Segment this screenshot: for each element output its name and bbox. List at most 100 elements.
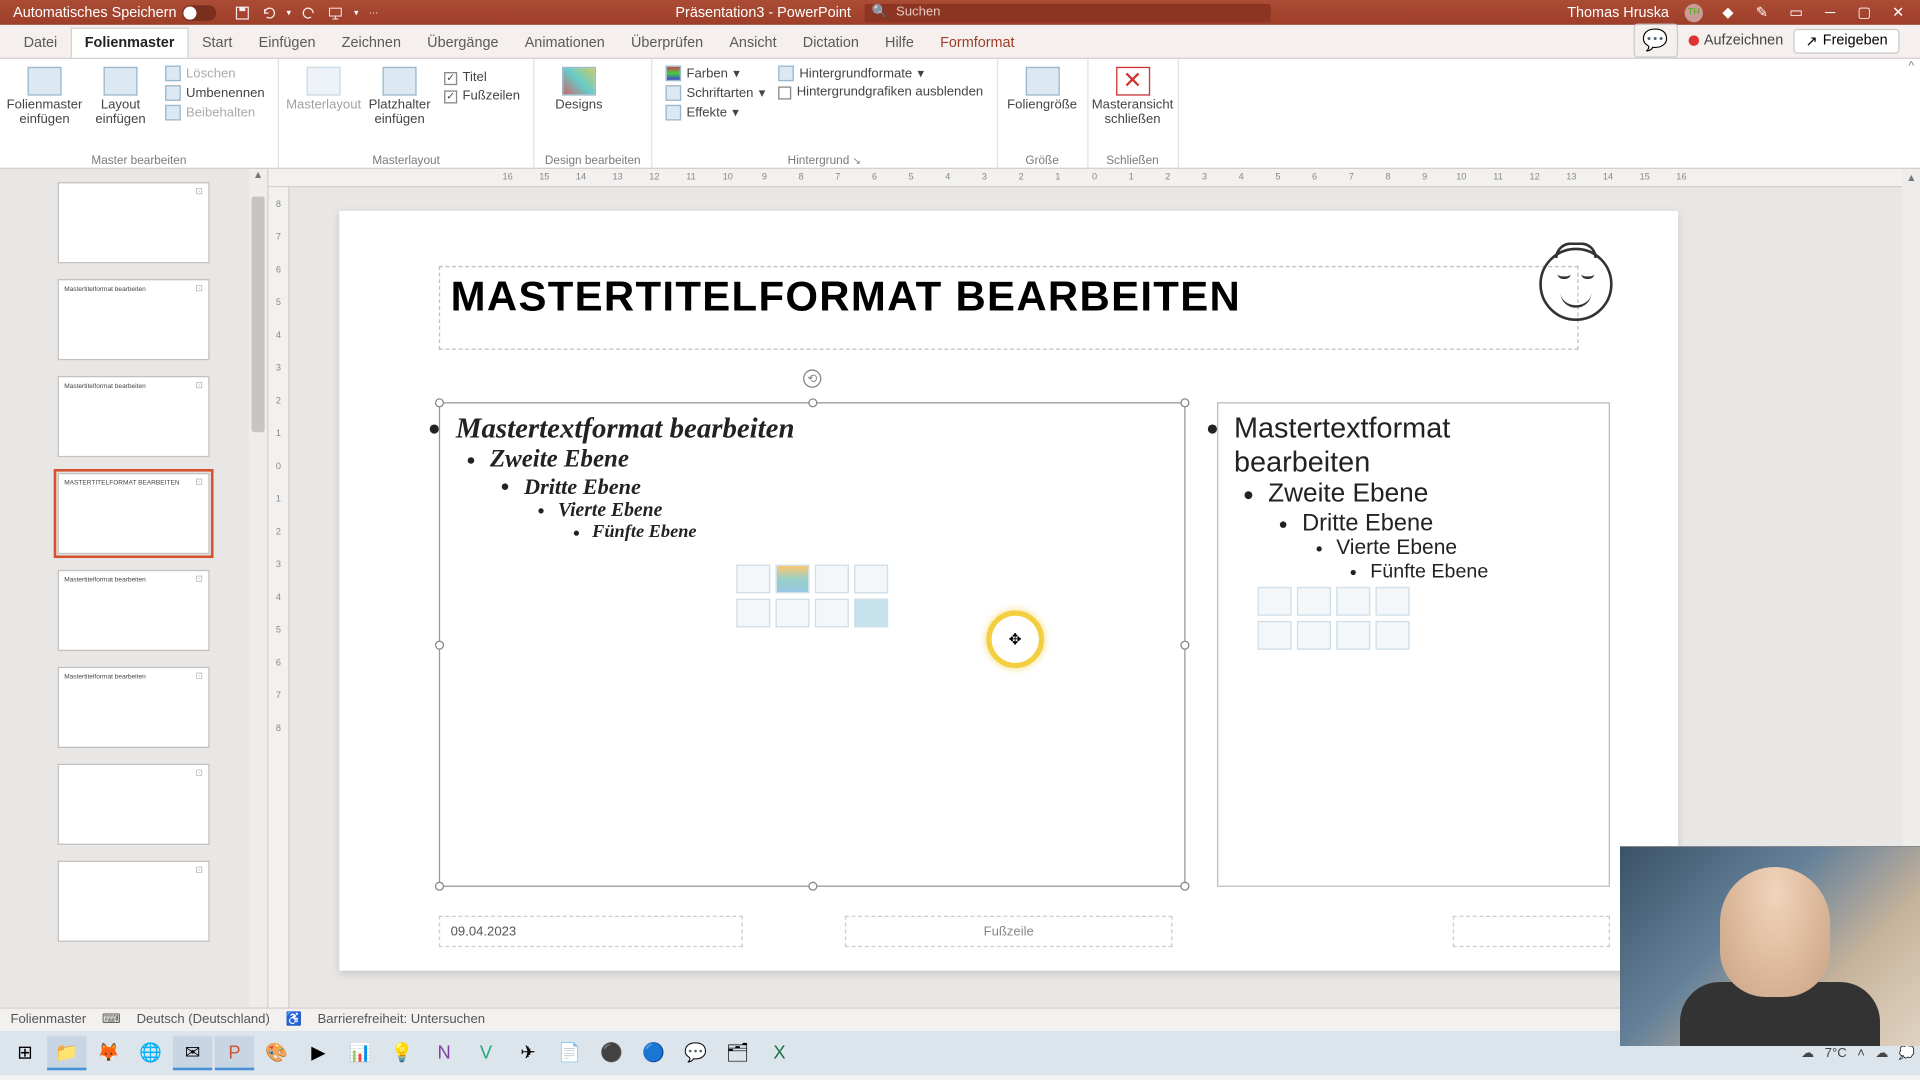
insert-online-picture-icon[interactable]: [1297, 621, 1331, 650]
insert-chart-icon[interactable]: [1297, 587, 1331, 616]
insert-icon-icon[interactable]: [1376, 621, 1410, 650]
tab-uebergaenge[interactable]: Übergänge: [414, 29, 512, 58]
thumb-menu-icon[interactable]: ⊡: [195, 865, 203, 875]
insert-picture-icon[interactable]: [1258, 621, 1292, 650]
date-placeholder[interactable]: 09.04.2023: [439, 916, 743, 947]
dialog-launcher-icon[interactable]: ↘: [849, 155, 861, 167]
tab-dictation[interactable]: Dictation: [790, 29, 872, 58]
insert-online-picture-icon[interactable]: [776, 599, 810, 628]
resize-handle[interactable]: [435, 882, 444, 891]
autosave-toggle[interactable]: Automatisches Speichern: [13, 5, 216, 21]
layout-thumbnail[interactable]: ⊡Mastertitelformat bearbeiten: [58, 376, 210, 457]
tab-animationen[interactable]: Animationen: [512, 29, 618, 58]
collapse-ribbon-button[interactable]: ^: [1902, 59, 1920, 168]
resize-handle[interactable]: [435, 641, 444, 650]
layout-thumbnail[interactable]: ⊡Mastertitelformat bearbeiten: [58, 667, 210, 748]
telegram-icon[interactable]: ✈: [508, 1036, 547, 1070]
app-icon[interactable]: 💬: [676, 1036, 715, 1070]
hide-bg-checkbox[interactable]: Hintergrundgrafiken ausblenden: [776, 84, 986, 101]
app-icon[interactable]: 💡: [383, 1036, 422, 1070]
tab-start[interactable]: Start: [189, 29, 246, 58]
comments-button[interactable]: 💬: [1633, 24, 1677, 58]
layout-thumbnail[interactable]: ⊡Mastertitelformat bearbeiten: [58, 570, 210, 651]
tab-zeichnen[interactable]: Zeichnen: [329, 29, 414, 58]
title-placeholder[interactable]: MASTERTITELFORMAT BEARBEITEN: [439, 266, 1579, 350]
layout-thumbnail[interactable]: ⊡MASTERTITELFORMAT BEARBEITEN: [58, 473, 210, 554]
rename-button[interactable]: Umbenennen: [162, 84, 267, 102]
thumb-menu-icon[interactable]: ⊡: [195, 186, 203, 196]
smiley-icon[interactable]: [1539, 248, 1612, 321]
powerpoint-icon[interactable]: P: [215, 1036, 254, 1070]
tab-hilfe[interactable]: Hilfe: [872, 29, 927, 58]
status-accessibility[interactable]: Barrierefreiheit: Untersuchen: [318, 1013, 485, 1027]
scroll-handle[interactable]: [252, 196, 265, 432]
slide-canvas[interactable]: MASTERTITELFORMAT BEARBEITEN ⟲ Mastertex…: [339, 211, 1678, 971]
window-icon[interactable]: ▭: [1787, 3, 1805, 21]
layout-thumbnail[interactable]: ⊡: [58, 861, 210, 942]
resize-handle[interactable]: [1180, 882, 1189, 891]
minimize-button[interactable]: ─: [1821, 3, 1839, 21]
thumb-menu-icon[interactable]: ⊡: [195, 671, 203, 681]
colors-dropdown[interactable]: Farben ▾: [663, 64, 768, 82]
tab-ueberpruefen[interactable]: Überprüfen: [618, 29, 716, 58]
save-icon[interactable]: [234, 5, 250, 21]
accessibility-icon[interactable]: ♿: [286, 1013, 302, 1027]
footer-placeholder[interactable]: Fußzeile: [845, 916, 1173, 947]
insert-slide-master-button[interactable]: Folienmaster einfügen: [10, 64, 78, 127]
search-input[interactable]: 🔍 Suchen: [864, 3, 1270, 21]
chrome-icon[interactable]: 🌐: [131, 1036, 170, 1070]
chevron-down-icon[interactable]: ▾: [354, 7, 359, 17]
rotate-handle-icon[interactable]: ⟲: [803, 369, 821, 387]
tab-datei[interactable]: Datei: [10, 29, 70, 58]
insert-table-icon[interactable]: [1258, 587, 1292, 616]
thumb-menu-icon[interactable]: ⊡: [195, 477, 203, 487]
excel-icon[interactable]: X: [760, 1036, 799, 1070]
close-button[interactable]: ✕: [1889, 3, 1907, 21]
app-icon[interactable]: 📄: [550, 1036, 589, 1070]
thumb-menu-icon[interactable]: ⊡: [195, 574, 203, 584]
vlc-icon[interactable]: ▶: [299, 1036, 338, 1070]
tab-folienmaster[interactable]: Folienmaster: [70, 28, 189, 58]
thumb-menu-icon[interactable]: ⊡: [195, 768, 203, 778]
layout-thumbnail[interactable]: ⊡: [58, 764, 210, 845]
insert-video-icon[interactable]: [815, 599, 849, 628]
tray-chevron-icon[interactable]: ˄: [1857, 1046, 1865, 1060]
layout-thumbnail[interactable]: ⊡: [58, 182, 210, 263]
insert-video-icon[interactable]: [1336, 621, 1370, 650]
weather-icon[interactable]: ☁: [1801, 1046, 1814, 1060]
app-icon[interactable]: V: [466, 1036, 505, 1070]
insert-3d-icon[interactable]: [854, 565, 888, 594]
app-icon[interactable]: 🎨: [257, 1036, 296, 1070]
avatar[interactable]: TH: [1685, 3, 1703, 21]
insert-table-icon[interactable]: [736, 565, 770, 594]
resize-handle[interactable]: [808, 882, 817, 891]
close-master-view-button[interactable]: ✕Masteransicht schließen: [1098, 64, 1166, 127]
effects-dropdown[interactable]: Effekte ▾: [663, 103, 768, 121]
themes-button[interactable]: Designs: [545, 64, 613, 112]
resize-handle[interactable]: [1180, 641, 1189, 650]
app-icon[interactable]: 🗂: [718, 1036, 757, 1070]
onenote-icon[interactable]: N: [424, 1036, 463, 1070]
explorer-icon[interactable]: 📁: [47, 1036, 86, 1070]
keyboard-icon[interactable]: ⌨: [102, 1013, 121, 1027]
app-icon[interactable]: 📊: [341, 1036, 380, 1070]
scroll-up-icon[interactable]: ▲: [1902, 169, 1920, 186]
insert-placeholder-button[interactable]: Platzhalter einfügen: [366, 64, 434, 127]
redo-icon[interactable]: [302, 5, 318, 21]
insert-smartart-icon[interactable]: [1336, 587, 1370, 616]
content-placeholder-right[interactable]: Mastertextformat bearbeiten Zweite Ebene…: [1217, 402, 1610, 887]
chevron-down-icon[interactable]: ▾: [287, 7, 292, 17]
slide-number-placeholder[interactable]: [1453, 916, 1610, 947]
fonts-dropdown[interactable]: Schriftarten ▾: [663, 84, 768, 102]
status-language[interactable]: Deutsch (Deutschland): [137, 1013, 270, 1027]
tab-formformat[interactable]: Formformat: [927, 29, 1028, 58]
firefox-icon[interactable]: 🦊: [89, 1036, 128, 1070]
record-button[interactable]: Aufzeichnen: [1688, 33, 1783, 49]
pen-icon[interactable]: ✎: [1753, 3, 1771, 21]
weather-temp[interactable]: 7°C: [1825, 1046, 1847, 1060]
content-placeholder-left[interactable]: ⟲ Mastertextformat bearbeiten Zweite Ebe…: [439, 402, 1186, 887]
share-button[interactable]: ↗Freigeben: [1794, 28, 1900, 53]
insert-icon-icon[interactable]: [854, 599, 888, 628]
thumbnail-scrollbar[interactable]: ▲: [249, 169, 267, 1007]
tab-einfuegen[interactable]: Einfügen: [245, 29, 328, 58]
